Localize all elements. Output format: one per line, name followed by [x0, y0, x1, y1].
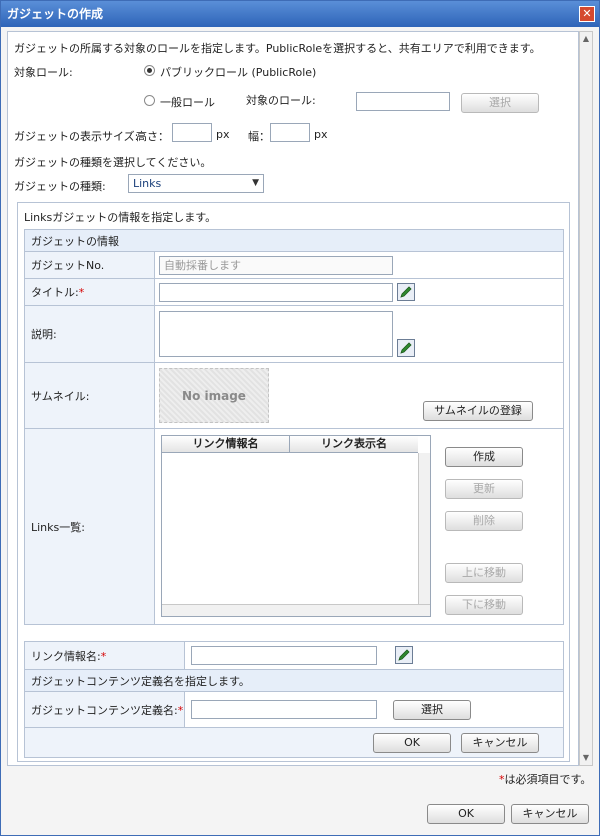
description-textarea[interactable]: [159, 311, 393, 357]
edit-pencil-icon[interactable]: [397, 339, 415, 357]
public-role-radio[interactable]: [144, 65, 155, 76]
scroll-down-icon[interactable]: ▼: [580, 751, 592, 765]
general-role-label: 一般ロール: [160, 96, 215, 109]
dialog-title: ガジェットの作成: [7, 7, 104, 21]
target-role-select-button[interactable]: 選択: [461, 93, 539, 113]
links-list-label: Links一覧:: [24, 428, 155, 625]
thumbnail-cell: No image サムネイルの登録: [154, 362, 564, 429]
content-def-label: ガジェットコンテンツ定義名:*: [24, 691, 185, 728]
required-note: *は必須項目です。: [499, 771, 591, 787]
links-panel: Linksガジェットの情報を指定します。 ガジェットの情報 ガジェットNo. 自…: [17, 202, 570, 762]
title-cell: [154, 278, 564, 306]
delete-link-button[interactable]: 削除: [445, 511, 523, 531]
content-def-cell: 選択: [184, 691, 564, 728]
type-intro-text: ガジェットの種類を選択してください。: [14, 156, 212, 169]
gadget-type-value: Links: [133, 177, 162, 190]
links-list-cell: リンク情報名 リンク表示名 作成 更新 削除 上に移動 下に移動: [154, 428, 564, 625]
thumbnail-label: サムネイル:: [24, 362, 155, 429]
gadget-no-label: ガジェットNo.: [24, 251, 155, 279]
dialog-ok-button[interactable]: OK: [427, 804, 505, 824]
content-def-heading: ガジェットコンテンツ定義名を指定します。: [24, 669, 564, 692]
panel-actions: OK キャンセル: [24, 727, 564, 758]
required-mark: *: [177, 703, 184, 717]
role-label: 対象ロール:: [14, 66, 73, 79]
height-unit: px: [216, 128, 230, 141]
width-label: 幅：: [248, 130, 270, 143]
type-label: ガジェットの種類:: [14, 180, 106, 193]
required-mark: *: [78, 286, 85, 299]
update-link-button[interactable]: 更新: [445, 479, 523, 499]
move-down-button[interactable]: 下に移動: [445, 595, 523, 615]
dialog-window: ガジェットの作成 ✕ ガジェットの所属する対象のロールを指定します。Public…: [0, 0, 600, 836]
grid-horizontal-scrollbar[interactable]: [162, 604, 430, 616]
link-info-label: リンク情報名:*: [24, 641, 185, 670]
close-icon[interactable]: ✕: [579, 6, 595, 22]
edit-pencil-icon[interactable]: [397, 283, 415, 301]
panel-ok-button[interactable]: OK: [373, 733, 451, 753]
public-role-label: パブリックロール (PublicRole): [160, 66, 317, 79]
scroll-content: ガジェットの所属する対象のロールを指定します。PublicRoleを選択すると、…: [7, 31, 579, 766]
required-mark: *: [100, 649, 107, 663]
height-label: 高さ：: [136, 130, 169, 143]
height-input[interactable]: [172, 123, 212, 142]
gadget-info-table: ガジェットの情報 ガジェットNo. 自動採番します タイトル:* 説明: サムネ…: [24, 229, 564, 625]
column-header-link-info[interactable]: リンク情報名: [162, 436, 290, 453]
dialog-cancel-button[interactable]: キャンセル: [511, 804, 589, 824]
panel-cancel-button[interactable]: キャンセル: [461, 733, 539, 753]
link-info-cell: [184, 641, 564, 670]
gadget-no-field: 自動採番します: [159, 256, 393, 275]
width-input[interactable]: [270, 123, 310, 142]
move-up-button[interactable]: 上に移動: [445, 563, 523, 583]
target-role-label: 対象のロール:: [246, 94, 316, 107]
gadget-no-cell: 自動採番します: [154, 251, 564, 279]
register-thumbnail-button[interactable]: サムネイルの登録: [423, 401, 533, 421]
thumbnail-placeholder: No image: [159, 368, 269, 423]
grid-vertical-scrollbar[interactable]: [418, 453, 430, 604]
chevron-down-icon: ▼: [252, 178, 259, 188]
content-def-select-button[interactable]: 選択: [393, 700, 471, 720]
gadget-type-select[interactable]: Links ▼: [128, 174, 264, 193]
description-label: 説明:: [24, 305, 155, 363]
gadget-info-heading: ガジェットの情報: [24, 229, 564, 252]
size-label: ガジェットの表示サイズ:: [14, 130, 139, 143]
title-input[interactable]: [159, 283, 393, 302]
width-unit: px: [314, 128, 328, 141]
description-cell: [154, 305, 564, 363]
links-panel-intro: Linksガジェットの情報を指定します。: [24, 211, 217, 224]
create-link-button[interactable]: 作成: [445, 447, 523, 467]
link-info-input[interactable]: [191, 646, 377, 665]
link-entry-table: リンク情報名:* ガジェットコンテンツ定義名を指定します。 ガジェットコンテンツ…: [24, 641, 564, 758]
content-def-input[interactable]: [191, 700, 377, 719]
edit-pencil-icon[interactable]: [395, 646, 413, 664]
role-intro-text: ガジェットの所属する対象のロールを指定します。PublicRoleを選択すると、…: [14, 42, 541, 55]
column-header-link-display[interactable]: リンク表示名: [290, 436, 418, 453]
required-note-text: は必須項目です。: [504, 773, 592, 786]
scroll-up-icon[interactable]: ▲: [580, 32, 592, 46]
general-role-radio[interactable]: [144, 95, 155, 106]
target-role-input[interactable]: [356, 92, 450, 111]
links-grid[interactable]: リンク情報名 リンク表示名: [161, 435, 431, 617]
title-bar[interactable]: ガジェットの作成 ✕: [1, 1, 599, 27]
title-label: タイトル:*: [24, 278, 155, 306]
dialog-scrollbar[interactable]: ▲ ▼: [579, 31, 593, 766]
